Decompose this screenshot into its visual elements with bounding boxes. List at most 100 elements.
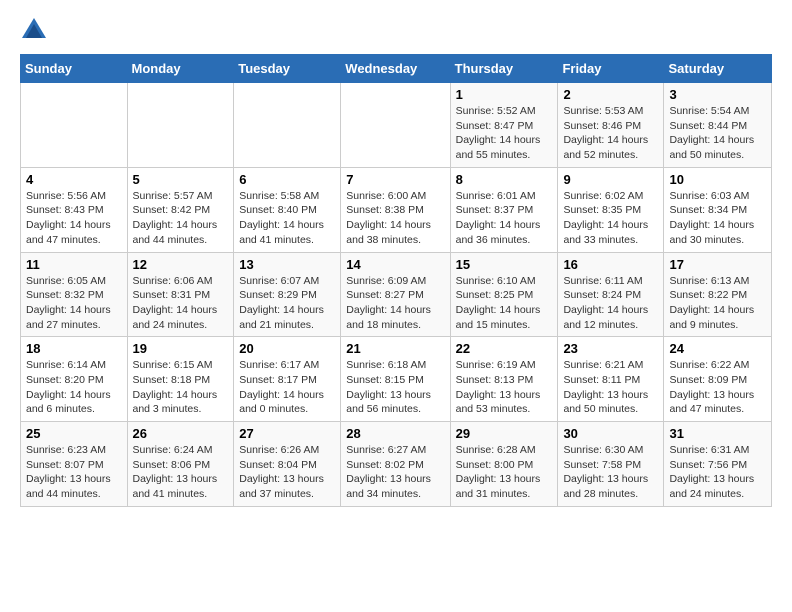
day-cell: 18 Sunrise: 6:14 AM Sunset: 8:20 PM Dayli… [21, 337, 128, 422]
day-info: Sunrise: 6:03 AM Sunset: 8:34 PM Dayligh… [669, 189, 766, 248]
day-number: 13 [239, 257, 335, 272]
day-number: 30 [563, 426, 658, 441]
day-info: Sunrise: 6:15 AM Sunset: 8:18 PM Dayligh… [133, 358, 229, 417]
day-number: 22 [456, 341, 553, 356]
day-cell: 17 Sunrise: 6:13 AM Sunset: 8:22 PM Dayli… [664, 252, 772, 337]
day-number: 25 [26, 426, 122, 441]
day-info: Sunrise: 6:19 AM Sunset: 8:13 PM Dayligh… [456, 358, 553, 417]
day-number: 15 [456, 257, 553, 272]
day-number: 18 [26, 341, 122, 356]
day-number: 4 [26, 172, 122, 187]
day-number: 26 [133, 426, 229, 441]
day-info: Sunrise: 6:17 AM Sunset: 8:17 PM Dayligh… [239, 358, 335, 417]
day-info: Sunrise: 6:23 AM Sunset: 8:07 PM Dayligh… [26, 443, 122, 502]
day-info: Sunrise: 6:27 AM Sunset: 8:02 PM Dayligh… [346, 443, 444, 502]
day-number: 16 [563, 257, 658, 272]
day-number: 6 [239, 172, 335, 187]
day-cell: 8Sunrise: 6:01 AM Sunset: 8:37 PM Daylig… [450, 167, 558, 252]
day-info: Sunrise: 6:01 AM Sunset: 8:37 PM Dayligh… [456, 189, 553, 248]
header-cell-saturday: Saturday [664, 55, 772, 83]
day-info: Sunrise: 5:56 AM Sunset: 8:43 PM Dayligh… [26, 189, 122, 248]
day-info: Sunrise: 6:24 AM Sunset: 8:06 PM Dayligh… [133, 443, 229, 502]
header-cell-monday: Monday [127, 55, 234, 83]
day-number: 12 [133, 257, 229, 272]
day-info: Sunrise: 6:18 AM Sunset: 8:15 PM Dayligh… [346, 358, 444, 417]
day-info: Sunrise: 6:11 AM Sunset: 8:24 PM Dayligh… [563, 274, 658, 333]
day-cell: 6 Sunrise: 5:58 AM Sunset: 8:40 PM Daylig… [234, 167, 341, 252]
day-info: Sunrise: 6:05 AM Sunset: 8:32 PM Dayligh… [26, 274, 122, 333]
page-header [20, 16, 772, 44]
day-info: Sunrise: 6:28 AM Sunset: 8:00 PM Dayligh… [456, 443, 553, 502]
day-cell: 28 Sunrise: 6:27 AM Sunset: 8:02 PM Dayli… [341, 422, 450, 507]
day-number: 3 [669, 87, 766, 102]
day-cell: 31 Sunrise: 6:31 AM Sunset: 7:56 PM Dayli… [664, 422, 772, 507]
day-cell: 7Sunrise: 6:00 AM Sunset: 8:38 PM Daylig… [341, 167, 450, 252]
header-row: SundayMondayTuesdayWednesdayThursdayFrid… [21, 55, 772, 83]
day-info: Sunrise: 6:31 AM Sunset: 7:56 PM Dayligh… [669, 443, 766, 502]
day-number: 5 [133, 172, 229, 187]
day-cell: 11Sunrise: 6:05 AM Sunset: 8:32 PM Dayli… [21, 252, 128, 337]
week-row-4: 18 Sunrise: 6:14 AM Sunset: 8:20 PM Dayli… [21, 337, 772, 422]
day-number: 23 [563, 341, 658, 356]
day-cell [21, 83, 128, 168]
day-number: 24 [669, 341, 766, 356]
day-cell [127, 83, 234, 168]
day-info: Sunrise: 5:52 AM Sunset: 8:47 PM Dayligh… [456, 104, 553, 163]
day-info: Sunrise: 6:22 AM Sunset: 8:09 PM Dayligh… [669, 358, 766, 417]
day-info: Sunrise: 6:14 AM Sunset: 8:20 PM Dayligh… [26, 358, 122, 417]
day-number: 10 [669, 172, 766, 187]
day-cell: 15Sunrise: 6:10 AM Sunset: 8:25 PM Dayli… [450, 252, 558, 337]
logo [20, 16, 54, 44]
day-cell: 25 Sunrise: 6:23 AM Sunset: 8:07 PM Dayli… [21, 422, 128, 507]
day-cell: 12Sunrise: 6:06 AM Sunset: 8:31 PM Dayli… [127, 252, 234, 337]
day-cell: 4 Sunrise: 5:56 AM Sunset: 8:43 PM Daylig… [21, 167, 128, 252]
day-cell: 2Sunrise: 5:53 AM Sunset: 8:46 PM Daylig… [558, 83, 664, 168]
header-cell-wednesday: Wednesday [341, 55, 450, 83]
day-info: Sunrise: 5:58 AM Sunset: 8:40 PM Dayligh… [239, 189, 335, 248]
day-cell: 16 Sunrise: 6:11 AM Sunset: 8:24 PM Dayli… [558, 252, 664, 337]
day-cell: 24 Sunrise: 6:22 AM Sunset: 8:09 PM Dayli… [664, 337, 772, 422]
day-info: Sunrise: 6:00 AM Sunset: 8:38 PM Dayligh… [346, 189, 444, 248]
day-info: Sunrise: 6:07 AM Sunset: 8:29 PM Dayligh… [239, 274, 335, 333]
day-info: Sunrise: 5:54 AM Sunset: 8:44 PM Dayligh… [669, 104, 766, 163]
header-cell-friday: Friday [558, 55, 664, 83]
day-cell [234, 83, 341, 168]
day-info: Sunrise: 5:57 AM Sunset: 8:42 PM Dayligh… [133, 189, 229, 248]
logo-icon [20, 16, 48, 44]
day-cell: 20 Sunrise: 6:17 AM Sunset: 8:17 PM Dayli… [234, 337, 341, 422]
day-number: 14 [346, 257, 444, 272]
day-cell: 27 Sunrise: 6:26 AM Sunset: 8:04 PM Dayli… [234, 422, 341, 507]
day-cell: 30Sunrise: 6:30 AM Sunset: 7:58 PM Dayli… [558, 422, 664, 507]
header-cell-thursday: Thursday [450, 55, 558, 83]
day-number: 2 [563, 87, 658, 102]
day-info: Sunrise: 6:13 AM Sunset: 8:22 PM Dayligh… [669, 274, 766, 333]
day-number: 31 [669, 426, 766, 441]
day-number: 1 [456, 87, 553, 102]
calendar-table: SundayMondayTuesdayWednesdayThursdayFrid… [20, 54, 772, 507]
day-cell: 29 Sunrise: 6:28 AM Sunset: 8:00 PM Dayli… [450, 422, 558, 507]
day-number: 29 [456, 426, 553, 441]
day-cell: 26 Sunrise: 6:24 AM Sunset: 8:06 PM Dayli… [127, 422, 234, 507]
day-number: 28 [346, 426, 444, 441]
day-cell [341, 83, 450, 168]
day-number: 19 [133, 341, 229, 356]
week-row-3: 11Sunrise: 6:05 AM Sunset: 8:32 PM Dayli… [21, 252, 772, 337]
day-number: 27 [239, 426, 335, 441]
day-number: 9 [563, 172, 658, 187]
day-number: 21 [346, 341, 444, 356]
day-cell: 22 Sunrise: 6:19 AM Sunset: 8:13 PM Dayli… [450, 337, 558, 422]
day-cell: 14 Sunrise: 6:09 AM Sunset: 8:27 PM Dayli… [341, 252, 450, 337]
day-cell: 21 Sunrise: 6:18 AM Sunset: 8:15 PM Dayli… [341, 337, 450, 422]
day-cell: 10 Sunrise: 6:03 AM Sunset: 8:34 PM Dayli… [664, 167, 772, 252]
day-cell: 13 Sunrise: 6:07 AM Sunset: 8:29 PM Dayli… [234, 252, 341, 337]
day-number: 17 [669, 257, 766, 272]
header-cell-sunday: Sunday [21, 55, 128, 83]
day-info: Sunrise: 6:09 AM Sunset: 8:27 PM Dayligh… [346, 274, 444, 333]
day-info: Sunrise: 6:21 AM Sunset: 8:11 PM Dayligh… [563, 358, 658, 417]
day-info: Sunrise: 6:02 AM Sunset: 8:35 PM Dayligh… [563, 189, 658, 248]
day-number: 20 [239, 341, 335, 356]
day-cell: 3 Sunrise: 5:54 AM Sunset: 8:44 PM Daylig… [664, 83, 772, 168]
day-cell: 5 Sunrise: 5:57 AM Sunset: 8:42 PM Daylig… [127, 167, 234, 252]
day-cell: 9 Sunrise: 6:02 AM Sunset: 8:35 PM Daylig… [558, 167, 664, 252]
day-info: Sunrise: 6:26 AM Sunset: 8:04 PM Dayligh… [239, 443, 335, 502]
